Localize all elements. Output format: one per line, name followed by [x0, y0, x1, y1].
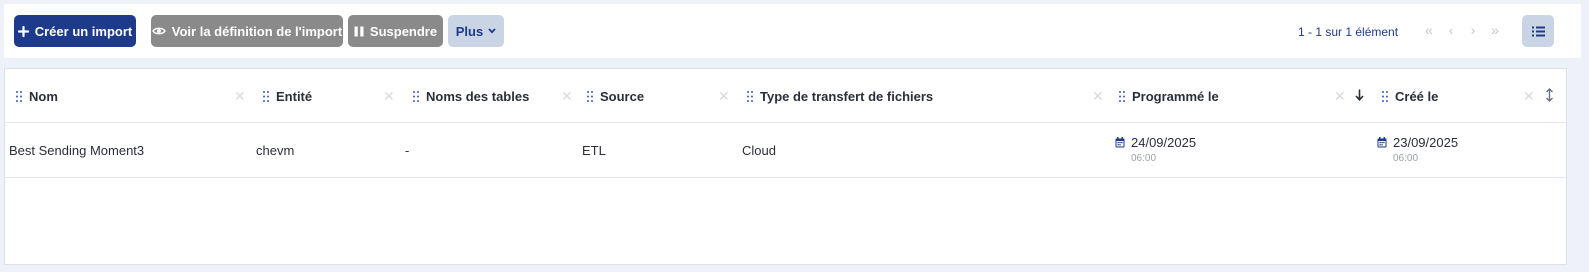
view-import-definition-button[interactable]: Voir la définition de l'import — [151, 15, 343, 47]
view-import-definition-label: Voir la définition de l'import — [171, 23, 343, 39]
drag-handle-icon[interactable] — [587, 90, 593, 102]
table-row[interactable]: Best Sending Moment3 chevm - ETL Cloud 2… — [5, 123, 1566, 178]
cell-transfer-type: Cloud — [742, 143, 776, 158]
drag-handle-icon[interactable] — [16, 90, 22, 102]
created-date: 23/09/2025 — [1393, 135, 1459, 150]
table-header: Nom ✕ Entité ✕ Noms des tables ✕ Source … — [5, 69, 1566, 123]
cell-source: ETL — [582, 143, 606, 158]
last-page-button[interactable]: » — [1488, 22, 1502, 38]
column-label: Entité — [276, 88, 313, 104]
drag-handle-icon[interactable] — [747, 90, 753, 102]
column-header-programme-le[interactable]: Programmé le — [1119, 69, 1219, 123]
cell-nom: Best Sending Moment3 — [9, 143, 145, 158]
column-header-nom[interactable]: Nom — [16, 69, 58, 123]
more-dropdown-button[interactable]: Plus — [448, 15, 504, 47]
column-label: Noms des tables — [426, 88, 530, 104]
plus-icon — [17, 25, 29, 37]
drag-handle-icon[interactable] — [263, 90, 269, 102]
eye-icon — [151, 26, 166, 36]
drag-handle-icon[interactable] — [1382, 90, 1388, 102]
remove-column-icon[interactable]: ✕ — [1523, 89, 1535, 103]
created-time: 06:00 — [1393, 153, 1419, 164]
column-label: Type de transfert de fichiers — [760, 88, 934, 104]
remove-column-icon[interactable]: ✕ — [383, 89, 395, 103]
remove-column-icon[interactable]: ✕ — [561, 89, 573, 103]
drag-handle-icon[interactable] — [413, 90, 419, 102]
list-icon — [1531, 26, 1545, 37]
imports-table: Nom ✕ Entité ✕ Noms des tables ✕ Source … — [4, 68, 1567, 265]
scheduled-date: 24/09/2025 — [1131, 135, 1197, 150]
column-label: Nom — [29, 88, 58, 104]
scheduled-time: 06:00 — [1131, 153, 1157, 164]
column-header-noms-des-tables[interactable]: Noms des tables — [413, 69, 529, 123]
calendar-icon — [1115, 137, 1125, 148]
pause-icon — [354, 26, 364, 37]
column-header-type-transfert[interactable]: Type de transfert de fichiers — [747, 69, 933, 123]
list-view-toggle-button[interactable] — [1522, 15, 1554, 47]
remove-column-icon[interactable]: ✕ — [234, 89, 246, 103]
remove-column-icon[interactable]: ✕ — [1334, 89, 1346, 103]
cell-tables: - — [405, 143, 410, 158]
more-label: Plus — [455, 23, 484, 39]
calendar-icon — [1377, 137, 1387, 148]
column-header-cree-le[interactable]: Créé le — [1382, 69, 1438, 123]
toolbar: Créer un import Voir la définition de l'… — [4, 4, 1581, 58]
sort-descending-icon[interactable] — [1355, 88, 1364, 104]
column-label: Programmé le — [1132, 88, 1219, 104]
previous-page-button[interactable]: ‹ — [1444, 22, 1458, 38]
suspend-label: Suspendre — [369, 23, 438, 39]
column-header-source[interactable]: Source — [587, 69, 644, 123]
column-header-entite[interactable]: Entité — [263, 69, 312, 123]
remove-column-icon[interactable]: ✕ — [1092, 89, 1104, 103]
remove-column-icon[interactable]: ✕ — [718, 89, 730, 103]
cell-entite: chevm — [256, 143, 295, 158]
suspend-button[interactable]: Suspendre — [348, 15, 443, 47]
create-import-button[interactable]: Créer un import — [14, 15, 136, 47]
pagination-summary: 1 - 1 sur 1 élément — [1298, 25, 1399, 39]
cell-created: 23/09/2025 06:00 — [1377, 135, 1458, 164]
column-label: Source — [600, 88, 645, 104]
pagination-nav: « ‹ › » — [1422, 22, 1502, 38]
cell-scheduled: 24/09/2025 06:00 — [1115, 135, 1196, 164]
create-import-label: Créer un import — [34, 23, 133, 39]
next-page-button[interactable]: › — [1466, 22, 1480, 38]
chevron-down-icon — [488, 28, 496, 34]
column-label: Créé le — [1395, 88, 1439, 104]
first-page-button[interactable]: « — [1422, 22, 1436, 38]
sort-toggle-icon[interactable] — [1545, 88, 1554, 105]
drag-handle-icon[interactable] — [1119, 90, 1125, 102]
